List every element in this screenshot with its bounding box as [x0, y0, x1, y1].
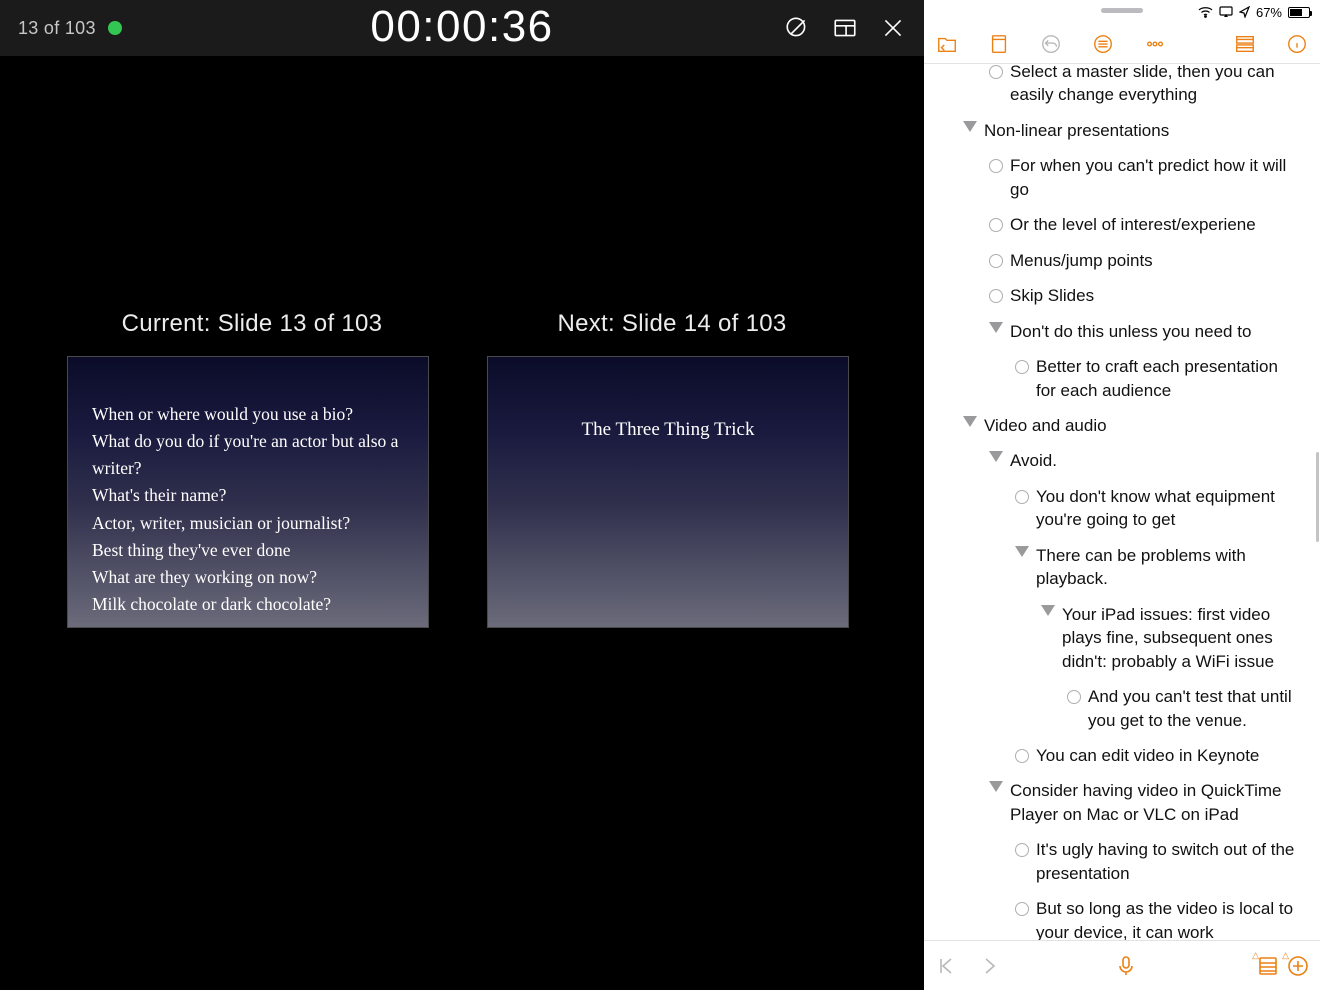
slide-line: What's their name?: [92, 482, 404, 509]
triangle-icon[interactable]: [1034, 603, 1062, 616]
outline-text[interactable]: Better to craft each presentation for ea…: [1036, 355, 1302, 402]
slide-line: What are they working on now?: [92, 564, 404, 591]
bullet-icon[interactable]: [1008, 355, 1036, 374]
outline-row[interactable]: Your iPad issues: first video plays fine…: [924, 597, 1320, 679]
presenter-top-bar: 13 of 103 00:00:36: [0, 0, 924, 56]
outline-row[interactable]: It's ugly having to switch out of the pr…: [924, 832, 1320, 891]
outline-row[interactable]: Consider having video in QuickTime Playe…: [924, 773, 1320, 832]
undo-icon[interactable]: [1040, 33, 1062, 55]
current-slide-label: Current: Slide 13 of 103: [67, 310, 437, 338]
outline-row[interactable]: There can be problems with playback.: [924, 538, 1320, 597]
outline-row[interactable]: Or the level of interest/experiene: [924, 207, 1320, 242]
outline-row[interactable]: Video and audio: [924, 408, 1320, 443]
info-icon[interactable]: [1286, 33, 1308, 55]
next-slide-preview[interactable]: The Three Thing Trick: [487, 356, 849, 628]
sections-icon[interactable]: [1234, 33, 1256, 55]
outline-text[interactable]: Don't do this unless you need to: [1010, 320, 1302, 343]
triangle-icon[interactable]: [982, 320, 1010, 333]
outline-text[interactable]: Consider having video in QuickTime Playe…: [1010, 779, 1302, 826]
outline-text[interactable]: Your iPad issues: first video plays fine…: [1062, 603, 1302, 673]
outline-list[interactable]: Select a master slide, then you can easi…: [924, 64, 1320, 940]
airplay-icon: [1219, 6, 1233, 18]
notes-app: 67% Select a master slide, then you can …: [924, 0, 1320, 990]
outline-text[interactable]: Menus/jump points: [1010, 249, 1302, 272]
outline-text[interactable]: Video and audio: [984, 414, 1302, 437]
triangle-icon[interactable]: [982, 449, 1010, 462]
scrollbar-thumb[interactable]: [1316, 452, 1319, 542]
outline-row[interactable]: Menus/jump points: [924, 243, 1320, 278]
slide-line: Milk chocolate or dark chocolate?: [92, 591, 404, 618]
notes-bottom-bar: △ △: [924, 940, 1320, 990]
bullet-icon[interactable]: [982, 64, 1010, 79]
outline-text[interactable]: Non-linear presentations: [984, 119, 1302, 142]
next-slide-title: The Three Thing Trick: [582, 415, 755, 444]
outline-row[interactable]: You can edit video in Keynote: [924, 738, 1320, 773]
bullet-icon[interactable]: [982, 284, 1010, 303]
outline-text[interactable]: For when you can't predict how it will g…: [1010, 154, 1302, 201]
outline-row[interactable]: Skip Slides: [924, 278, 1320, 313]
next-slide-label: Next: Slide 14 of 103: [487, 310, 857, 338]
outline-text[interactable]: You don't know what equipment you're goi…: [1036, 485, 1302, 532]
battery-icon: [1288, 7, 1310, 18]
outline-row[interactable]: You don't know what equipment you're goi…: [924, 479, 1320, 538]
presenter-view: 13 of 103 00:00:36 Current: Slide 13 of …: [0, 0, 924, 990]
slide-previews: Current: Slide 13 of 103 When or where w…: [0, 310, 924, 628]
note-icon[interactable]: [988, 33, 1010, 55]
triangle-icon[interactable]: [956, 414, 984, 427]
triangle-marker-icon: △: [1252, 950, 1259, 961]
slide-line: When or where would you use a bio?: [92, 401, 404, 428]
battery-percent: 67%: [1256, 5, 1282, 20]
notes-toolbar: [924, 24, 1320, 64]
bullet-icon[interactable]: [982, 154, 1010, 173]
outline-text[interactable]: And you can't test that until you get to…: [1088, 685, 1302, 732]
outline-text[interactable]: Or the level of interest/experiene: [1010, 213, 1302, 236]
outline-row[interactable]: Better to craft each presentation for ea…: [924, 349, 1320, 408]
list-view-icon[interactable]: [1256, 954, 1280, 978]
outline-row[interactable]: Non-linear presentations: [924, 113, 1320, 148]
outline-text[interactable]: But so long as the video is local to you…: [1036, 897, 1302, 940]
outline-text[interactable]: It's ugly having to switch out of the pr…: [1036, 838, 1302, 885]
outline-text[interactable]: You can edit video in Keynote: [1036, 744, 1302, 767]
add-icon[interactable]: [1286, 954, 1310, 978]
bullet-icon[interactable]: [982, 249, 1010, 268]
outline-row[interactable]: But so long as the video is local to you…: [924, 891, 1320, 940]
microphone-icon[interactable]: [1114, 954, 1138, 978]
outline-text[interactable]: Skip Slides: [1010, 284, 1302, 307]
outline-icon[interactable]: [1092, 33, 1114, 55]
outline-text[interactable]: Avoid.: [1010, 449, 1302, 472]
more-icon[interactable]: [1144, 33, 1166, 55]
slide-line: Best thing they've ever done: [92, 537, 404, 564]
bullet-icon[interactable]: [1008, 485, 1036, 504]
slide-line: What do you do if you're an actor but al…: [92, 428, 404, 482]
outline-row[interactable]: And you can't test that until you get to…: [924, 679, 1320, 738]
bullet-icon[interactable]: [1008, 897, 1036, 916]
bullet-icon[interactable]: [1008, 838, 1036, 857]
outline-row[interactable]: Avoid.: [924, 443, 1320, 478]
documents-icon[interactable]: [936, 33, 958, 55]
triangle-icon[interactable]: [1008, 544, 1036, 557]
outline-text[interactable]: Select a master slide, then you can easi…: [1010, 64, 1302, 107]
triangle-marker-icon: △: [1282, 950, 1289, 961]
outline-row[interactable]: Don't do this unless you need to: [924, 314, 1320, 349]
triangle-icon[interactable]: [982, 779, 1010, 792]
bullet-icon[interactable]: [1060, 685, 1088, 704]
slide-line: Actor, writer, musician or journalist?: [92, 510, 404, 537]
outline-row[interactable]: For when you can't predict how it will g…: [924, 148, 1320, 207]
nav-next-icon[interactable]: [978, 954, 1002, 978]
location-icon: [1239, 6, 1250, 18]
bullet-icon[interactable]: [982, 213, 1010, 232]
outline-row[interactable]: Select a master slide, then you can easi…: [924, 64, 1320, 113]
nav-first-icon[interactable]: [934, 954, 958, 978]
bullet-icon[interactable]: [1008, 744, 1036, 763]
status-bar: 67%: [924, 0, 1320, 24]
slideover-handle-icon[interactable]: [1101, 8, 1143, 13]
wifi-icon: [1198, 6, 1213, 18]
triangle-icon[interactable]: [956, 119, 984, 132]
current-slide-preview[interactable]: When or where would you use a bio?What d…: [67, 356, 429, 628]
outline-text[interactable]: There can be problems with playback.: [1036, 544, 1302, 591]
timer[interactable]: 00:00:36: [0, 2, 924, 52]
